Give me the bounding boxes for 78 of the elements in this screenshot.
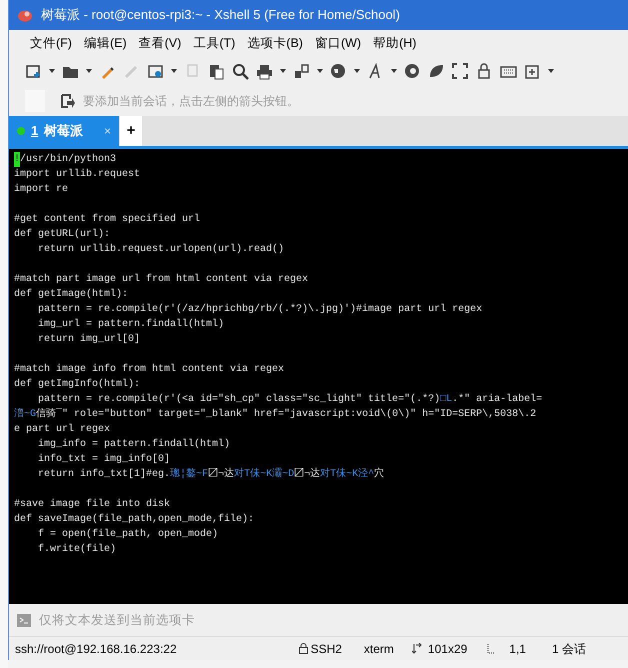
printer-icon[interactable] bbox=[256, 62, 273, 80]
terminal-size: 101x29 bbox=[428, 640, 468, 658]
garbled-text: □L bbox=[440, 393, 452, 407]
caret-icon[interactable] bbox=[171, 69, 177, 73]
garbled-text: 对T佅~K泾^ bbox=[320, 467, 374, 482]
lock-icon[interactable] bbox=[298, 643, 308, 654]
code-line: def getImage(html): bbox=[14, 288, 128, 302]
fullscreen-icon[interactable] bbox=[452, 62, 469, 80]
new-tab-button[interactable]: + bbox=[120, 116, 142, 146]
menu-item[interactable]: 帮助(H) bbox=[368, 34, 422, 52]
arrow-icon[interactable] bbox=[61, 94, 75, 108]
compose-input[interactable]: 仅将文本发送到当前选项卡 bbox=[39, 610, 620, 630]
code-line: img_url = pattern.findall(html) bbox=[37, 318, 224, 332]
code-line: import urllib.request bbox=[14, 168, 140, 182]
code-line: import re bbox=[14, 182, 68, 197]
menu-item[interactable]: 查看(V) bbox=[134, 34, 186, 52]
address-input[interactable]: 要添加当前会话，点击左侧的箭头按钮。 bbox=[83, 92, 612, 110]
transfer-icon[interactable] bbox=[293, 62, 310, 80]
code-text: return info_txt[1]#eg. bbox=[37, 468, 170, 482]
menu-item[interactable]: 编辑(E) bbox=[78, 34, 132, 52]
code-text: 〼¬达 bbox=[294, 467, 320, 482]
caret-icon[interactable] bbox=[354, 69, 360, 73]
caret-icon[interactable] bbox=[317, 69, 323, 73]
code-line: #match part image url from html content via regex bbox=[14, 272, 308, 287]
code-text: 穴 bbox=[374, 467, 384, 482]
connection-address: ssh://root@192.168.16.223:22 bbox=[15, 640, 177, 658]
session-tab[interactable]: 1 树莓派 × bbox=[9, 116, 119, 146]
lock-icon[interactable] bbox=[476, 62, 493, 80]
window-title: 树莓派 - root@centos-rpi3:~ - Xshell 5 (Free for Home/School) bbox=[41, 6, 400, 24]
cursor-position-icon[interactable] bbox=[487, 643, 496, 654]
caret-icon[interactable] bbox=[391, 69, 397, 73]
caret-icon[interactable] bbox=[86, 69, 92, 73]
code-line: def getImgInfo(html): bbox=[14, 378, 140, 392]
code-line: f = open(file_path, open_mode) bbox=[37, 528, 218, 542]
new-session-icon[interactable] bbox=[25, 62, 42, 80]
code-text: 信骑¯" role="button" target="_blank" href="javascript:void\(0\)" h="ID=SERP\,5038\.2 bbox=[36, 407, 536, 422]
caret-icon[interactable] bbox=[548, 69, 554, 73]
code-line: #get content from specified url bbox=[14, 212, 200, 227]
code-line: img_info = pattern.findall(html) bbox=[37, 438, 230, 452]
leaf-icon[interactable] bbox=[428, 62, 445, 80]
cursor-position: 1,1 bbox=[509, 640, 526, 658]
code-line: def saveImage(file_path,open_mode,file): bbox=[14, 512, 254, 527]
menu-item[interactable]: 工具(T) bbox=[188, 34, 240, 52]
cursor: ! bbox=[14, 152, 20, 167]
add-folder-icon[interactable] bbox=[524, 62, 541, 80]
menu-item[interactable]: 选项卡(B) bbox=[242, 34, 308, 52]
caret-icon[interactable] bbox=[49, 69, 55, 73]
code-line: info_txt = img_info[0] bbox=[37, 452, 170, 467]
tab-label: 树莓派 bbox=[44, 122, 84, 140]
terminal[interactable] bbox=[9, 149, 628, 604]
code-text: pattern = re.compile(r'(<a id="sh_cp" class="sc_light" title="(.*?) bbox=[37, 392, 440, 407]
resize-icon[interactable] bbox=[412, 643, 422, 654]
code-line: return img_url[0] bbox=[37, 332, 140, 347]
caret-icon[interactable] bbox=[280, 69, 286, 73]
code-line: f.write(file) bbox=[37, 542, 116, 557]
garbled-text: 对T佅~K灞~D bbox=[234, 467, 294, 482]
session-count: 1 会话 bbox=[552, 640, 586, 658]
garbled-text: 澛~G bbox=[14, 407, 36, 422]
code-line: e part url regex bbox=[14, 422, 110, 437]
code-line: pattern = re.compile(r'(/az/hprichbg/rb/(.*?)\.jpg)')#image part url regex bbox=[37, 302, 482, 317]
app-icon[interactable] bbox=[17, 8, 33, 22]
tab-number: 1 bbox=[31, 122, 38, 140]
code-text: .*" aria-label= bbox=[452, 392, 542, 407]
globe-icon[interactable] bbox=[330, 62, 347, 80]
code-line: def getURL(url): bbox=[14, 228, 110, 242]
menu-item[interactable]: 窗口(W) bbox=[310, 34, 366, 52]
garbled-text: 璁¦鏊~F bbox=[170, 467, 208, 482]
code-line: return urllib.request.urlopen(url).read() bbox=[37, 242, 284, 257]
code-text: 〼¬达 bbox=[208, 467, 234, 482]
terminal-type: xterm bbox=[364, 640, 394, 658]
terminal-icon[interactable] bbox=[17, 614, 31, 626]
code-line: /usr/bin/python3 bbox=[20, 152, 116, 167]
protocol-label: SSH2 bbox=[310, 640, 342, 658]
menu-item[interactable]: 文件(F) bbox=[25, 34, 77, 52]
paste-icon[interactable] bbox=[208, 62, 225, 80]
search-icon[interactable] bbox=[232, 62, 249, 80]
code-line: #save image file into disk bbox=[14, 498, 170, 512]
code-line: #match image info from html content via regex bbox=[14, 362, 284, 377]
